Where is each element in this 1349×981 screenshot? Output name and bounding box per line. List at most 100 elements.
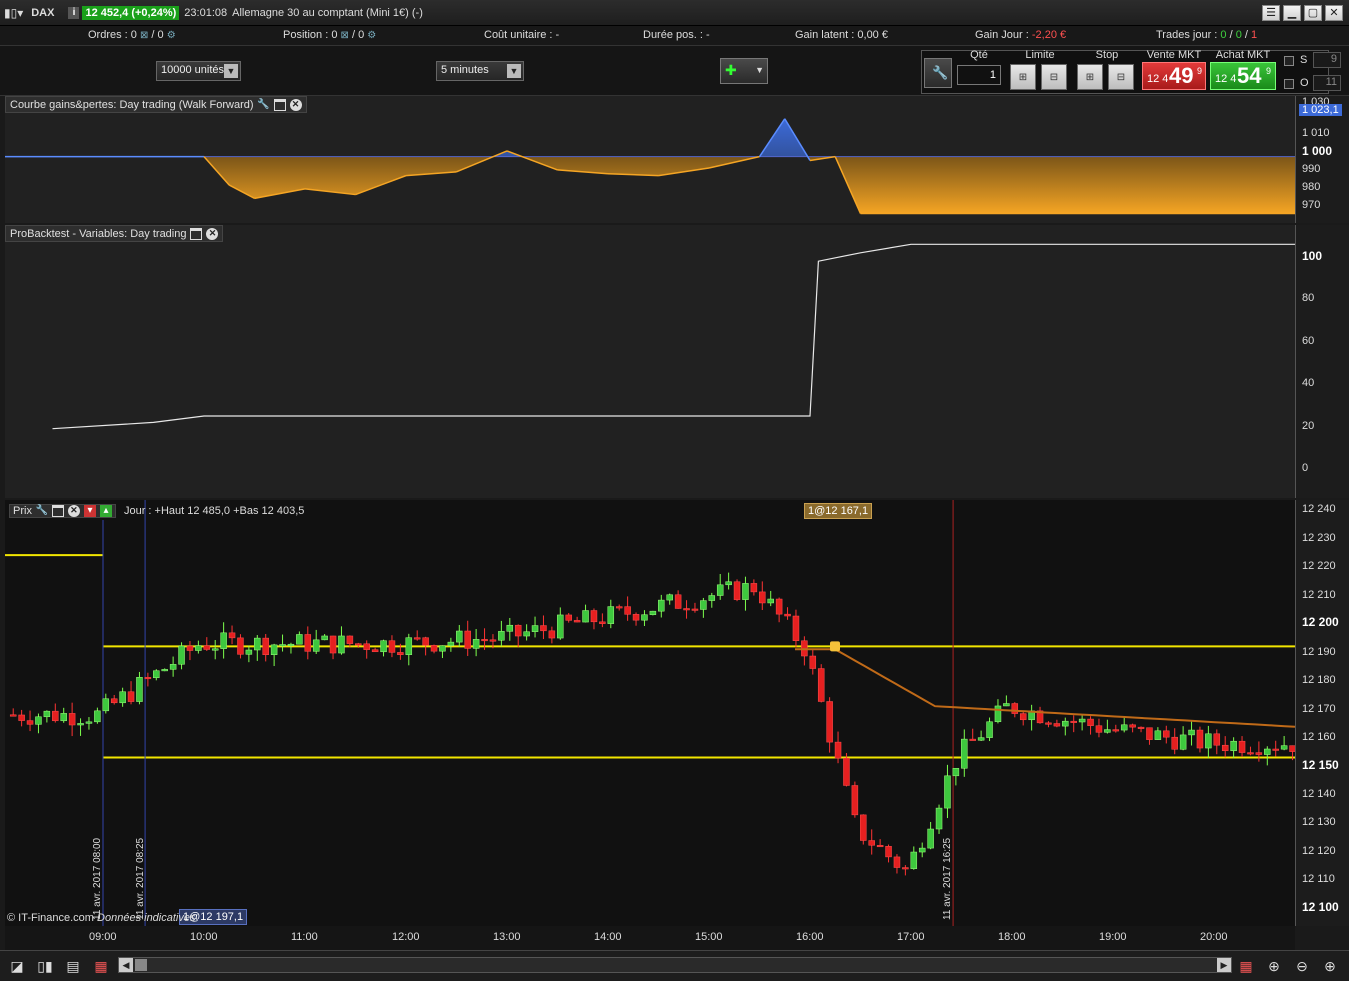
trade-tag-top: 1@12 167,1 <box>804 503 873 519</box>
variables-axis: 100 80 60 40 20 0 <box>1295 225 1349 498</box>
stop-sell-button[interactable]: ⊟ <box>1108 64 1134 90</box>
candle-down <box>144 677 152 680</box>
candle-down <box>110 698 118 704</box>
position-duration: Durée pos. : - <box>643 29 710 41</box>
candle-up <box>961 738 968 769</box>
orders-settings-icon[interactable]: ⚙ <box>167 30 176 41</box>
sell-market-button[interactable]: 12 4 49 9 <box>1142 62 1206 90</box>
candle-down <box>876 845 884 848</box>
candle-up <box>666 594 673 601</box>
stop-buy-button[interactable]: ⊞ <box>1077 64 1103 90</box>
candle-down <box>792 615 800 641</box>
sell-order-icon[interactable]: ▾ <box>83 504 96 517</box>
candle-down <box>1011 703 1019 714</box>
latent-gain: Gain latent : 0,00 € <box>795 29 888 41</box>
draw-tools-icon[interactable]: ▦ <box>1237 957 1255 975</box>
candle-up <box>321 635 328 641</box>
candle-down <box>733 581 741 600</box>
minimize-icon[interactable]: ▁ <box>1283 4 1301 21</box>
equity-panel-header: Courbe gains&pertes: Day trading (Walk F… <box>5 96 307 113</box>
buy-label: Achat MKT <box>1215 49 1271 61</box>
candle-up <box>43 710 51 718</box>
limit-buy-button[interactable]: ⊞ <box>1010 64 1036 90</box>
close-icon[interactable]: ✕ <box>289 98 302 111</box>
stop-label: Stop <box>1095 49 1119 61</box>
time-tick-label: 10:00 <box>190 931 218 943</box>
order-list-icon[interactable]: ▦ <box>92 957 110 975</box>
time-tick-label: 20:00 <box>1200 931 1228 943</box>
menu-icon[interactable]: ☰ <box>1262 4 1280 21</box>
candle-down <box>624 606 631 615</box>
candlestick-icon[interactable]: ▯▮ <box>36 957 54 975</box>
maximize-icon[interactable]: ▢ <box>1304 4 1322 21</box>
equity-curve-chart <box>5 118 1295 215</box>
candle-up <box>178 645 185 665</box>
candle-down <box>969 738 976 741</box>
candle-up <box>607 606 615 624</box>
list-icon[interactable]: ▤ <box>64 957 82 975</box>
info-icon[interactable]: i <box>68 6 80 19</box>
candle-up <box>119 691 126 704</box>
order-settings-button[interactable]: 🔧 <box>924 58 952 88</box>
scroll-thumb[interactable] <box>135 959 147 971</box>
candle-up <box>1120 724 1128 731</box>
close-icon[interactable]: ✕ <box>206 227 219 240</box>
o-checkbox[interactable] <box>1284 79 1294 89</box>
limit-buy-icon: ⊞ <box>1018 71 1028 83</box>
candle-down <box>363 643 370 650</box>
indicator-button[interactable]: ✚ ▼ <box>720 58 768 84</box>
candle-down <box>615 606 623 609</box>
candle-up <box>977 737 985 741</box>
candle-up <box>312 639 320 652</box>
equity-axis: 1 030 1 023,1 1 010 1 000 990 980 970 <box>1295 96 1349 223</box>
moving-average-line <box>795 648 1295 728</box>
limit-sell-button[interactable]: ⊟ <box>1041 64 1067 90</box>
window-icon[interactable] <box>273 98 286 111</box>
close-icon[interactable]: ✕ <box>67 504 80 517</box>
candle-down <box>514 624 522 637</box>
units-select[interactable]: 10000 unités ▼ <box>156 61 241 81</box>
chart-layout-icon[interactable]: ◪ <box>8 957 26 975</box>
variables-chart <box>52 243 1295 430</box>
vline-label-2: 11 avr. 2017 08:25 <box>135 837 146 920</box>
zoom-fit-icon[interactable]: ⊕ <box>1265 957 1283 975</box>
candle-down <box>691 608 699 611</box>
buy-order-icon[interactable]: ▴ <box>99 504 112 517</box>
window-icon[interactable] <box>51 504 64 517</box>
timeframe-select[interactable]: 5 minutes ▼ <box>436 61 524 81</box>
zoom-in-icon[interactable]: ⊕ <box>1321 957 1339 975</box>
chart-scrollbar[interactable]: ◀ ▶ <box>118 957 1232 973</box>
position-close-icon[interactable]: ⊠ <box>341 30 349 41</box>
s-checkbox[interactable] <box>1284 56 1294 66</box>
scroll-right-icon[interactable]: ▶ <box>1217 958 1231 972</box>
candle-up <box>439 645 446 652</box>
buy-market-button[interactable]: 12 4 54 9 <box>1210 62 1276 90</box>
wrench-icon[interactable]: 🔧 <box>257 99 269 111</box>
zoom-out-icon[interactable]: ⊖ <box>1293 957 1311 975</box>
s-value[interactable]: 9 <box>1313 52 1341 68</box>
price-chart <box>5 500 1295 926</box>
candle-down <box>759 591 766 604</box>
unit-cost: Coût unitaire : - <box>484 29 560 41</box>
candle-down <box>632 614 640 621</box>
close-icon[interactable]: ✕ <box>1325 4 1343 21</box>
o-value[interactable]: 11 <box>1313 75 1341 91</box>
wrench-icon[interactable]: 🔧 <box>36 505 48 517</box>
window-icon[interactable] <box>190 227 203 240</box>
o-label: O <box>1300 77 1309 89</box>
candle-down <box>228 632 236 639</box>
qty-input[interactable] <box>957 65 1001 85</box>
time-tick-label: 17:00 <box>897 931 925 943</box>
candle-down <box>843 757 850 786</box>
orders-cancel-icon[interactable]: ⊠ <box>140 30 148 41</box>
scroll-left-icon[interactable]: ◀ <box>119 958 133 972</box>
equity-last-value: 1 023,1 <box>1299 104 1342 116</box>
vline-label-1: 11 avr. 2017 08:00 <box>92 837 103 920</box>
time-tick-label: 15:00 <box>695 931 723 943</box>
price-badge: 12 452,4 (+0,24%) <box>82 5 180 20</box>
candle-down <box>826 701 833 743</box>
limit-sell-icon: ⊟ <box>1049 71 1059 83</box>
position-settings-icon[interactable]: ⚙ <box>367 30 376 41</box>
chart-app-icon[interactable]: ▮▯▾ <box>4 6 23 20</box>
candle-down <box>422 637 429 646</box>
